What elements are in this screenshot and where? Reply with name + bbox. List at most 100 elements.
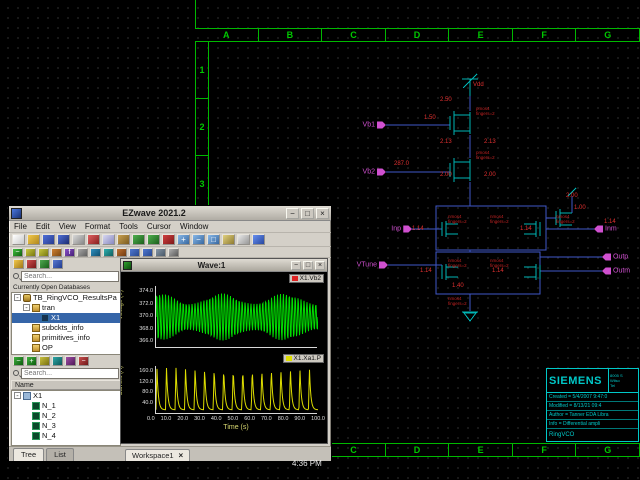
wave-minimize-button[interactable]: − xyxy=(291,261,301,270)
tree-item-n_4[interactable]: N_4 xyxy=(12,431,120,441)
close-database-icon[interactable] xyxy=(26,259,37,269)
close-button[interactable]: × xyxy=(316,208,329,219)
save-all-icon[interactable] xyxy=(57,234,70,245)
db-icon xyxy=(23,294,31,302)
main-toolbar: +−□ xyxy=(9,233,331,247)
tab-list[interactable]: List xyxy=(46,448,74,461)
legend-current[interactable]: X1.Xa1.P xyxy=(283,354,324,363)
ezwave-titlebar[interactable]: EZwave 2021.2 − □ × xyxy=(9,206,331,221)
select-mode-icon[interactable] xyxy=(237,234,250,245)
overlay-signal-icon[interactable] xyxy=(39,356,50,366)
add-waveform-icon[interactable]: ~ xyxy=(12,248,23,257)
x-tick-label: 80.0 xyxy=(278,416,289,422)
xy-plot-icon[interactable] xyxy=(65,356,76,366)
workspace-tab-label: Workspace1 xyxy=(132,450,174,461)
overlay-icon[interactable] xyxy=(116,248,127,257)
new-icon[interactable] xyxy=(12,234,25,245)
axes-icon[interactable] xyxy=(90,248,101,257)
sheet-column-label: G xyxy=(576,29,640,41)
menu-item[interactable]: Format xyxy=(85,222,110,231)
wave-close-button[interactable]: × xyxy=(315,261,325,270)
delete-icon[interactable] xyxy=(162,234,175,245)
print-icon[interactable] xyxy=(72,234,85,245)
voltage-plot[interactable] xyxy=(155,286,317,348)
zoom-in-icon[interactable]: + xyxy=(177,234,190,245)
database-search-input[interactable] xyxy=(21,271,119,282)
open-icon[interactable] xyxy=(27,234,40,245)
y-tick-label: 372.0 xyxy=(139,301,153,307)
calculator-icon[interactable] xyxy=(77,248,88,257)
workspace-tab[interactable]: Workspace1 × xyxy=(125,449,190,461)
expander-icon[interactable]: - xyxy=(23,304,30,311)
menu-item[interactable]: Tools xyxy=(119,222,138,231)
refresh-icon[interactable] xyxy=(39,259,50,269)
append-signal-icon[interactable]: + xyxy=(26,356,37,366)
legend-swatch-yellow xyxy=(286,356,292,361)
tree-item-n_1[interactable]: N_1 xyxy=(12,401,120,411)
expander-spacer xyxy=(23,422,30,429)
tree-item-n_3[interactable]: N_3 xyxy=(12,421,120,431)
spreadsheet-icon[interactable] xyxy=(142,248,153,257)
zoom-out-icon[interactable]: − xyxy=(192,234,205,245)
settings-icon[interactable] xyxy=(168,248,179,257)
tab-tree[interactable]: Tree xyxy=(13,448,44,461)
menu-item[interactable]: Window xyxy=(180,222,208,231)
minimize-button[interactable]: − xyxy=(286,208,299,219)
menu-item[interactable]: Edit xyxy=(36,222,50,231)
tree-item-label: TB_RingVCO_ResultsPa xyxy=(33,293,117,302)
tree-item-label: X1 xyxy=(33,391,42,400)
measure-icon[interactable] xyxy=(51,248,62,257)
window-title: EZwave 2021.2 xyxy=(24,208,284,218)
tree-item-primitives_info[interactable]: primitives_info xyxy=(12,333,120,343)
strip-chart-icon[interactable] xyxy=(103,248,114,257)
menu-item[interactable]: File xyxy=(14,222,27,231)
signal-name-column-header[interactable]: Name xyxy=(11,380,121,390)
workspace-close-icon[interactable]: × xyxy=(179,450,184,461)
fft-icon[interactable]: f xyxy=(64,248,75,257)
title-block-modified: Modified = 8/13/21 09:4 xyxy=(547,402,638,411)
expander-icon[interactable]: - xyxy=(14,294,21,301)
time-axis-ticks: 0.010.020.030.040.050.060.070.080.090.01… xyxy=(147,416,325,422)
wave-maximize-button[interactable]: □ xyxy=(303,261,313,270)
wave-titlebar[interactable]: Wave:1 − □ × xyxy=(121,259,327,272)
undo-icon[interactable] xyxy=(132,234,145,245)
tree-item-x1[interactable]: - X1 xyxy=(12,391,120,401)
redo-icon[interactable] xyxy=(147,234,160,245)
open-database-icon[interactable] xyxy=(13,259,24,269)
expander-icon[interactable]: - xyxy=(14,392,21,399)
wave-plot-area[interactable]: X1.Vb2 X1.Xa1.P 374.0372.0370.0368.036 xyxy=(121,272,327,443)
legend-voltage[interactable]: X1.Vb2 xyxy=(289,274,324,283)
tree-item-label: N_2 xyxy=(42,411,56,420)
zoom-fit-icon[interactable]: □ xyxy=(207,234,220,245)
current-plot[interactable] xyxy=(155,366,317,414)
paste-icon[interactable] xyxy=(117,234,130,245)
grid-icon[interactable] xyxy=(252,234,265,245)
plot-signal-icon[interactable]: ~ xyxy=(13,356,24,366)
tree-item-tb_ringvco_resultspa[interactable]: - TB_RingVCO_ResultsPa xyxy=(12,293,120,303)
database-info-icon[interactable] xyxy=(52,259,63,269)
remove-signal-icon[interactable]: − xyxy=(78,356,89,366)
sheet-column-label: A xyxy=(195,29,259,41)
x-tick-label: 100.0 xyxy=(311,416,325,422)
signal-search-input[interactable] xyxy=(21,368,119,379)
pan-icon[interactable] xyxy=(222,234,235,245)
cursor-vertical-icon[interactable] xyxy=(25,248,36,257)
cursor-horizontal-icon[interactable] xyxy=(38,248,49,257)
copy-icon[interactable] xyxy=(102,234,115,245)
tree-item-subckts_info[interactable]: subckts_info xyxy=(12,323,120,333)
maximize-button[interactable]: □ xyxy=(301,208,314,219)
tree-item-tran[interactable]: -tran xyxy=(12,303,120,313)
menu-item[interactable]: View xyxy=(59,222,76,231)
time-axis-label: Time (s) xyxy=(155,424,317,431)
expander-spacer xyxy=(23,402,30,409)
tree-item-op[interactable]: OP xyxy=(12,343,120,353)
tree-item-x1[interactable]: X1 xyxy=(12,313,120,323)
list-view-icon[interactable] xyxy=(155,248,166,257)
tree-item-n_2[interactable]: N_2 xyxy=(12,411,120,421)
strip-signal-icon[interactable] xyxy=(52,356,63,366)
panel-tabs: Tree List xyxy=(9,448,119,461)
cut-icon[interactable] xyxy=(87,234,100,245)
menu-item[interactable]: Cursor xyxy=(147,222,171,231)
table-icon[interactable] xyxy=(129,248,140,257)
save-icon[interactable] xyxy=(42,234,55,245)
